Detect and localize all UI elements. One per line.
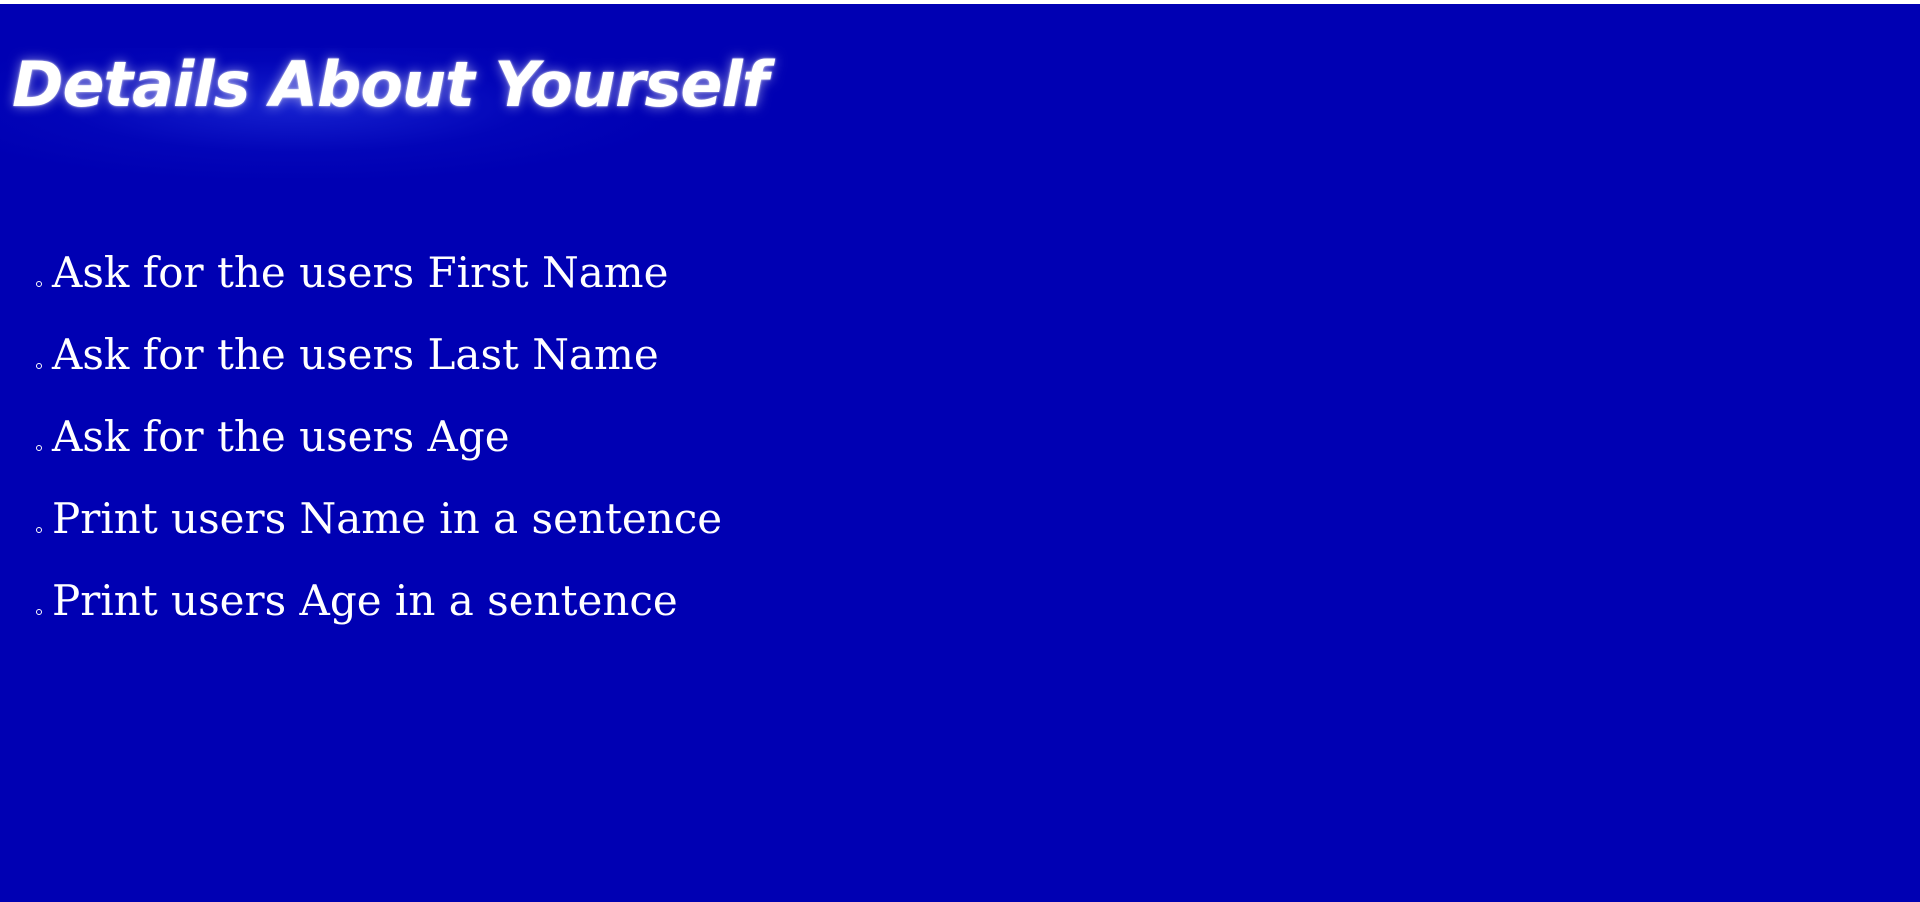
page-title: Details About Yourself [12,48,769,121]
bullet-icon [36,363,42,369]
list-item: Print users Age in a sentence [36,560,722,642]
list-item: Print users Name in a sentence [36,478,722,560]
list-item: Ask for the users Last Name [36,314,722,396]
list-item-text: Ask for the users Last Name [52,330,659,379]
list-item: Ask for the users First Name [36,232,722,314]
list-item-text: Ask for the users Age [52,412,510,461]
bullet-icon [36,609,42,615]
list-item: Ask for the users Age [36,396,722,478]
slide-page: Details About Yourself Ask for the users… [0,4,1920,902]
task-list: Ask for the users First Name Ask for the… [36,232,722,642]
bullet-icon [36,281,42,287]
bullet-icon [36,445,42,451]
list-item-text: Print users Name in a sentence [52,494,723,543]
list-item-text: Ask for the users First Name [52,248,669,297]
list-item-text: Print users Age in a sentence [52,576,678,625]
bullet-icon [36,527,42,533]
